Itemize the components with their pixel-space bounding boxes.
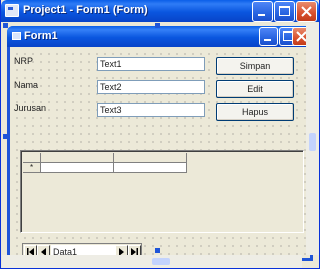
grid-new-row-marker: *: [23, 163, 41, 173]
app-icon: [5, 4, 19, 17]
grid-cell[interactable]: [114, 163, 187, 173]
form-icon: [12, 32, 21, 40]
form-title: Form1: [24, 30, 58, 42]
maximize-button[interactable]: [274, 1, 295, 22]
grid-column-header[interactable]: [114, 153, 187, 163]
vertical-scrollbar[interactable]: [306, 23, 319, 255]
textbox-nrp[interactable]: Text1: [97, 57, 205, 71]
textbox-nama[interactable]: Text2: [97, 80, 205, 94]
datagrid[interactable]: *: [20, 150, 304, 233]
minimize-icon: [258, 14, 265, 16]
close-icon: [301, 6, 312, 17]
ide-title-bar[interactable]: Project1 - Form1 (Form): [1, 0, 319, 22]
hapus-button[interactable]: Hapus: [216, 103, 294, 121]
grid-corner-cell: [23, 153, 41, 163]
scrollbar-thumb[interactable]: [152, 258, 170, 265]
label-nama: Nama: [14, 80, 39, 90]
form1-window[interactable]: Form1 NRP Nama Jurusan Text1 Text2 Text3…: [7, 26, 313, 261]
resize-handle[interactable]: [155, 248, 160, 253]
resize-handle[interactable]: [155, 23, 160, 28]
grid-column-header[interactable]: [41, 153, 114, 163]
maximize-icon: [279, 6, 290, 16]
form-minimize-button[interactable]: [259, 27, 278, 46]
scrollbar-thumb[interactable]: [309, 133, 316, 151]
resize-handle[interactable]: [3, 134, 8, 139]
minimize-icon: [264, 39, 271, 41]
label-jurusan: Jurusan: [14, 103, 47, 113]
ide-form-designer-window: Project1 - Form1 (Form) Form1 NRP Nama J…: [0, 0, 320, 269]
grid-cell[interactable]: [41, 163, 114, 173]
minimize-button[interactable]: [252, 1, 273, 22]
edit-button[interactable]: Edit: [216, 80, 294, 98]
ide-window-title: Project1 - Form1 (Form): [23, 4, 148, 16]
close-button[interactable]: [296, 1, 317, 22]
horizontal-scrollbar[interactable]: [2, 255, 302, 268]
textbox-jurusan[interactable]: Text3: [97, 103, 205, 117]
form-title-bar[interactable]: Form1: [7, 26, 313, 47]
datagrid-cells: *: [23, 153, 194, 173]
label-nrp: NRP: [14, 56, 34, 66]
simpan-button[interactable]: Simpan: [216, 57, 294, 75]
resize-handle[interactable]: [3, 23, 8, 28]
form-design-surface[interactable]: NRP Nama Jurusan Text1 Text2 Text3 Simpa…: [10, 47, 310, 261]
